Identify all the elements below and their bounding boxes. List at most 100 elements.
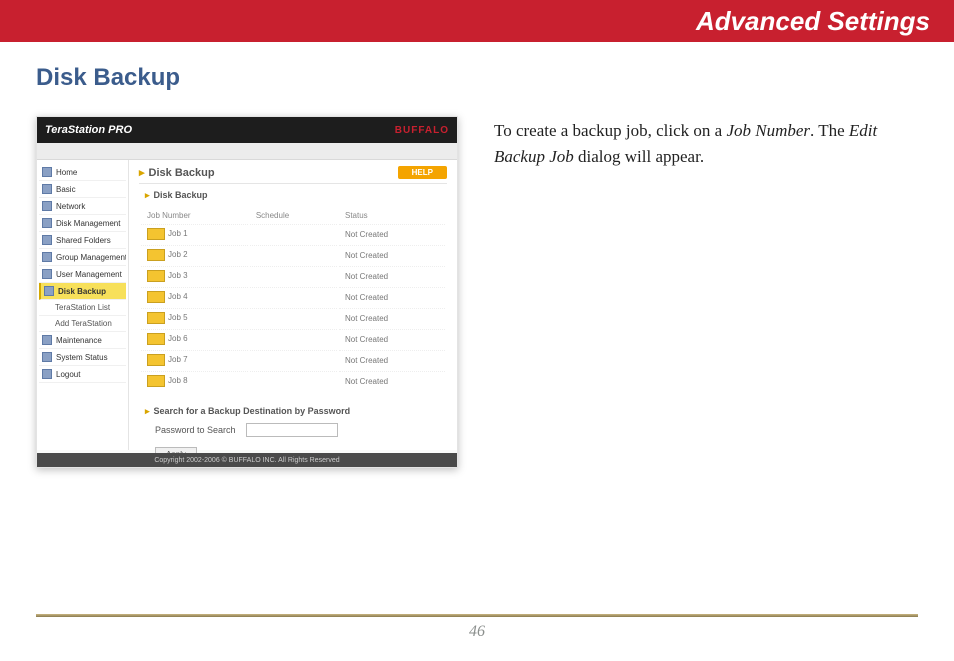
app-body: Home Basic Network Disk Management Shared Fo…: [37, 160, 457, 450]
sidebar-item-label: TeraStation List: [55, 303, 110, 312]
sidebar-item-label: Disk Backup: [58, 287, 106, 296]
table-row: Job 4Not Created: [141, 287, 445, 306]
job-cell[interactable]: Job 3: [141, 266, 248, 285]
job-label: Job 4: [168, 292, 188, 301]
panel-title-row: ▸ Disk Backup HELP: [139, 166, 447, 184]
sidebar-item[interactable]: Add TeraStation: [39, 316, 126, 332]
col-job: Job Number: [141, 209, 248, 222]
job-icon: [147, 270, 165, 282]
sidebar-item-label: Basic: [56, 185, 76, 194]
sidebar-item[interactable]: User Management: [39, 266, 126, 283]
sidebar-item[interactable]: Home: [39, 164, 126, 181]
sidebar-icon: [42, 369, 52, 379]
panel-title: ▸ Disk Backup: [139, 166, 215, 179]
instruction-mid: . The: [810, 121, 849, 140]
chevron-right-icon: ▸: [145, 190, 150, 200]
col-schedule: Schedule: [250, 209, 337, 222]
chevron-right-icon: ▸: [145, 406, 150, 416]
schedule-cell: [250, 266, 337, 285]
sidebar-item[interactable]: Disk Management: [39, 215, 126, 232]
header-bar: Advanced Settings: [0, 0, 954, 42]
schedule-cell: [250, 287, 337, 306]
job-cell[interactable]: Job 4: [141, 287, 248, 306]
password-input[interactable]: [246, 423, 338, 437]
sidebar-item-label: Maintenance: [56, 336, 102, 345]
sidebar-item[interactable]: Network: [39, 198, 126, 215]
job-cell[interactable]: Job 8: [141, 371, 248, 390]
sidebar-item[interactable]: Disk Backup: [39, 283, 126, 300]
status-cell: Not Created: [339, 245, 445, 264]
table-row: Job 3 Not Created: [141, 266, 445, 285]
sidebar-icon: [44, 286, 54, 296]
job-icon: [147, 291, 165, 303]
sidebar-item-label: Shared Folders: [56, 236, 111, 245]
schedule-cell: [250, 371, 337, 390]
table-row: Job 7 Not Created: [141, 350, 445, 369]
sidebar-item[interactable]: Logout: [39, 366, 126, 383]
chevron-right-icon: ▸: [139, 167, 145, 179]
sidebar-icon: [42, 184, 52, 194]
sidebar-item[interactable]: Group Management: [39, 249, 126, 266]
col-status: Status: [339, 209, 445, 222]
job-cell[interactable]: Job 1: [141, 224, 248, 243]
sidebar-item[interactable]: Shared Folders: [39, 232, 126, 249]
sidebar-icon: [42, 201, 52, 211]
sidebar-icon: [42, 218, 52, 228]
job-cell[interactable]: Job 7: [141, 350, 248, 369]
panel-title-text: Disk Backup: [149, 167, 215, 179]
search-line: Password to Search: [155, 423, 447, 437]
sub-heading: ▸ Disk Backup: [145, 190, 447, 201]
schedule-cell: [250, 224, 337, 243]
job-cell[interactable]: Job 6: [141, 329, 248, 348]
table-row: Job 1 Not Created: [141, 224, 445, 243]
status-cell: Not Created: [339, 266, 445, 285]
status-cell: Not Created: [339, 350, 445, 369]
app-logo: TeraStation PRO: [45, 124, 132, 136]
body-row: TeraStation PRO BUFFALO Home Basic Network…: [36, 116, 918, 468]
page-footer: 46: [36, 614, 918, 641]
job-label: Job 3: [168, 271, 188, 280]
sidebar-icon: [42, 269, 52, 279]
help-button[interactable]: HELP: [398, 166, 447, 179]
page-content: Disk Backup TeraStation PRO BUFFALO Home…: [0, 42, 954, 468]
sidebar-item-label: Network: [56, 202, 85, 211]
job-label: Job 6: [168, 334, 188, 343]
status-cell: Not Created: [339, 224, 445, 243]
status-cell: Not Created: [339, 329, 445, 348]
job-label: Job 2: [168, 250, 188, 259]
sidebar-item[interactable]: TeraStation List: [39, 300, 126, 316]
search-heading: ▸Search for a Backup Destination by Pass…: [145, 406, 447, 417]
sidebar-item[interactable]: System Status: [39, 349, 126, 366]
sidebar-item[interactable]: Maintenance: [39, 332, 126, 349]
schedule-cell: [250, 245, 337, 264]
sidebar-item[interactable]: Basic: [39, 181, 126, 198]
sidebar-icon: [42, 167, 52, 177]
sidebar-icon: [42, 335, 52, 345]
job-label: Job 7: [168, 355, 188, 364]
job-table: Job Number Schedule Status Job 1 Not Crea…: [139, 207, 447, 392]
sidebar-item-label: User Management: [56, 270, 122, 279]
status-cell: Not Created: [339, 308, 445, 327]
status-cell: Not Created: [339, 371, 445, 390]
instruction-text: To create a backup job, click on a Job N…: [494, 116, 918, 468]
job-cell[interactable]: Job 2: [141, 245, 248, 264]
schedule-cell: [250, 350, 337, 369]
sidebar-icon: [42, 252, 52, 262]
job-icon: [147, 312, 165, 324]
job-icon: [147, 375, 165, 387]
instruction-em-jobnumber: Job Number: [726, 121, 810, 140]
sidebar-icon: [42, 235, 52, 245]
instruction-prefix: To create a backup job, click on a: [494, 121, 726, 140]
search-label: Password to Search: [155, 425, 236, 435]
sidebar-item-label: Add TeraStation: [55, 319, 112, 328]
sidebar-item-label: Logout: [56, 370, 80, 379]
table-row: Job 8 Not Created: [141, 371, 445, 390]
app-brand: BUFFALO: [395, 125, 449, 136]
sidebar-item-label: Home: [56, 168, 77, 177]
sub-heading-text: Disk Backup: [154, 190, 208, 200]
schedule-cell: [250, 329, 337, 348]
sidebar-item-label: Group Management: [56, 253, 126, 262]
page-number: 46: [36, 623, 918, 641]
job-cell[interactable]: Job 5: [141, 308, 248, 327]
job-label: Job 5: [168, 313, 188, 322]
